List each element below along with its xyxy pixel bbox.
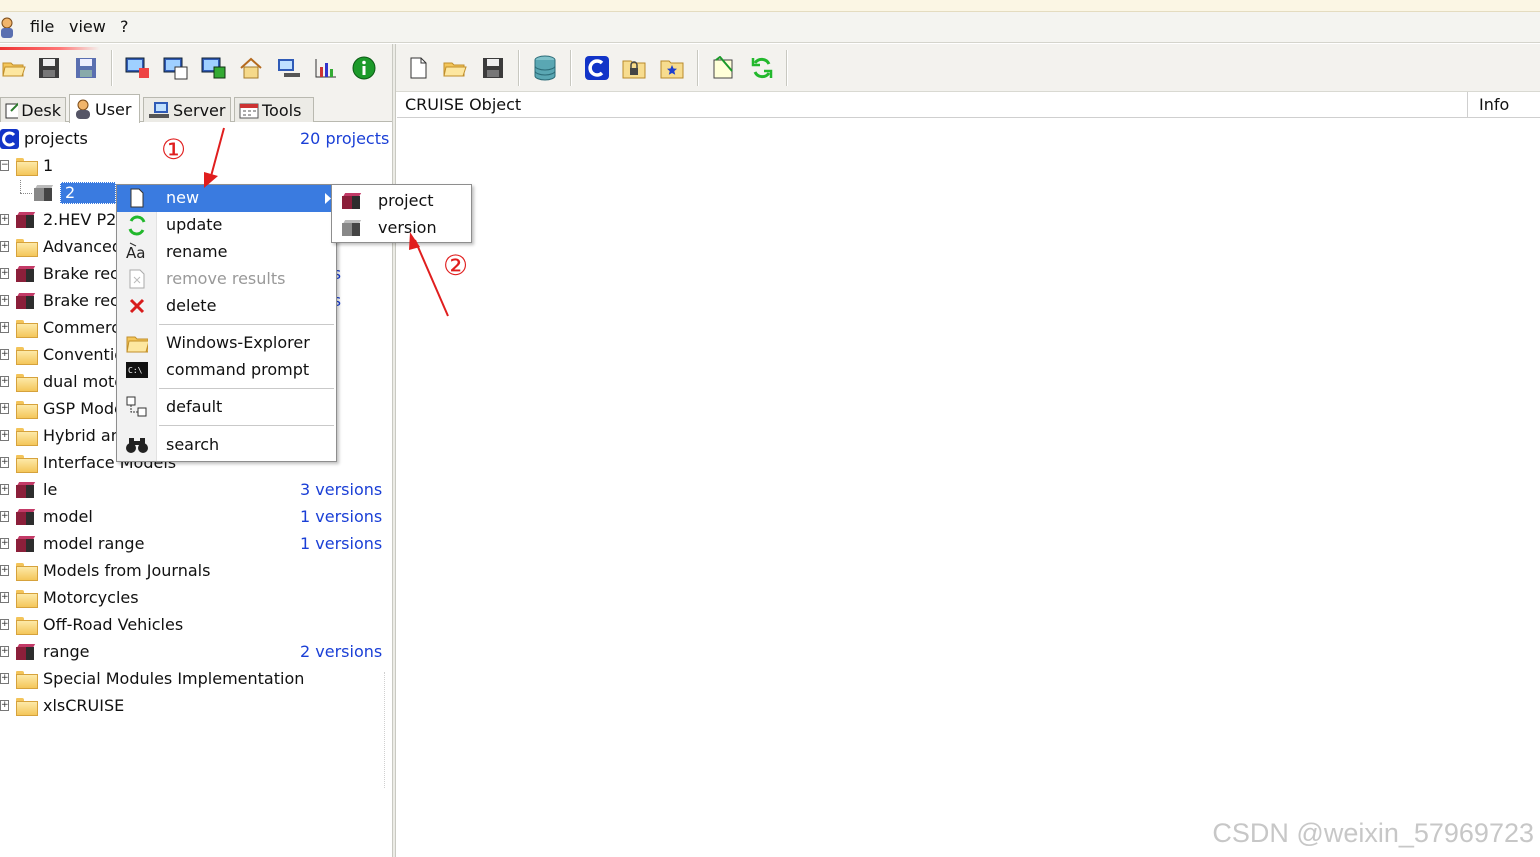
annotation-arrows xyxy=(204,127,449,317)
tree-scrollbar[interactable] xyxy=(384,672,390,788)
watermark: CSDN @weixin_57969723 xyxy=(1212,818,1534,848)
annotation-arrow-one xyxy=(204,127,225,188)
annotation-arrow-two xyxy=(409,232,449,317)
